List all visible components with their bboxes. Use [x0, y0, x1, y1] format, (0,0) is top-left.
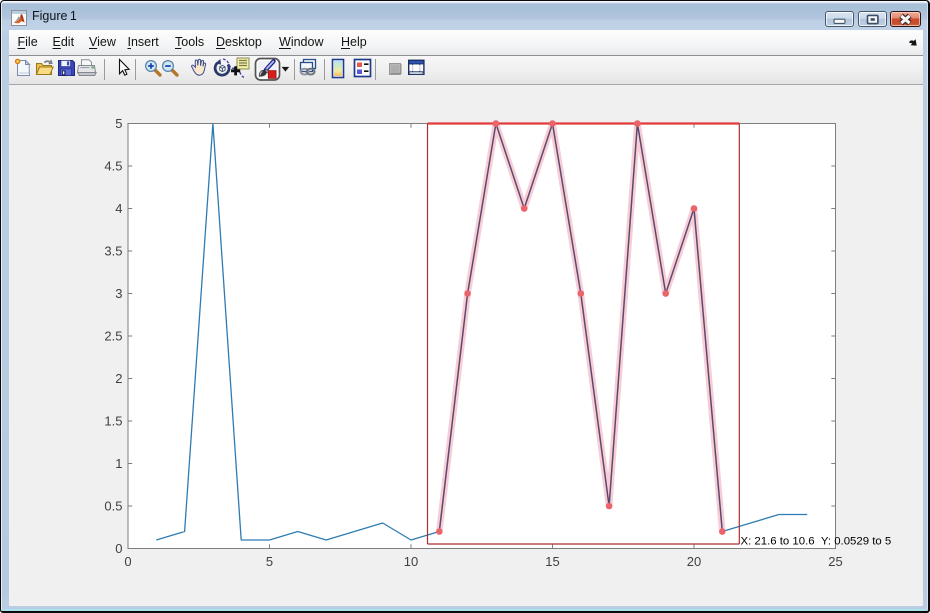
- svg-text:4.5: 4.5: [104, 159, 122, 174]
- svg-text:0: 0: [115, 541, 122, 556]
- svg-text:5: 5: [115, 116, 122, 131]
- svg-text:X: 21.6 to 10.6 Y: 0.0529 to: X: 21.6 to 10.6 Y: 0.0529 to 5: [741, 536, 892, 548]
- svg-text:25: 25: [828, 554, 842, 569]
- svg-text:10: 10: [404, 554, 418, 569]
- svg-text:0.5: 0.5: [104, 499, 122, 514]
- svg-text:1.5: 1.5: [104, 414, 122, 429]
- svg-text:3.5: 3.5: [104, 244, 122, 259]
- svg-text:3: 3: [115, 286, 122, 301]
- svg-text:5: 5: [266, 554, 273, 569]
- svg-text:20: 20: [687, 554, 701, 569]
- svg-text:1: 1: [115, 456, 122, 471]
- svg-text:15: 15: [545, 554, 559, 569]
- svg-text:4: 4: [115, 201, 122, 216]
- svg-text:0: 0: [124, 554, 131, 569]
- svg-text:2.5: 2.5: [104, 329, 122, 344]
- svg-text:2: 2: [115, 371, 122, 386]
